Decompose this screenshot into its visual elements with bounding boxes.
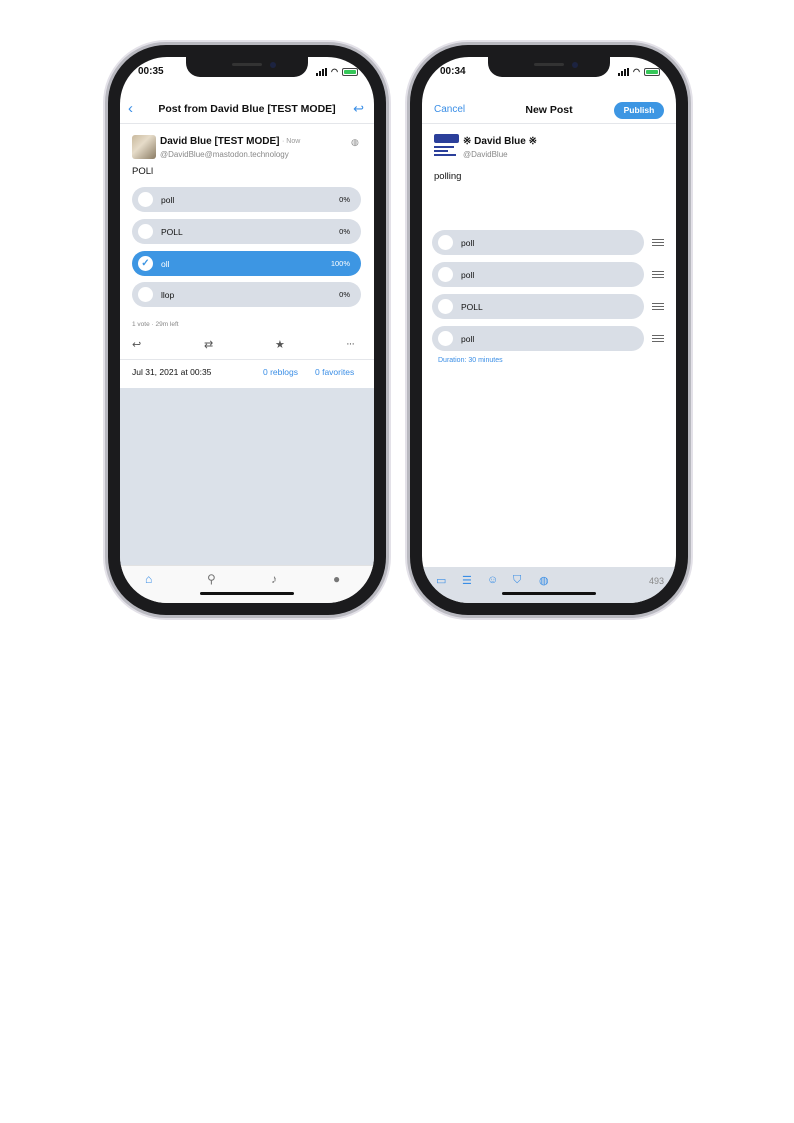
drag-handle-icon[interactable] xyxy=(652,271,664,279)
drag-handle-icon[interactable] xyxy=(652,335,664,343)
status-icons: ◠ xyxy=(618,67,660,76)
reply-icon[interactable]: ↩ xyxy=(132,338,141,351)
poll-option-percent: 100% xyxy=(330,259,350,268)
notch xyxy=(186,57,308,77)
bell-icon[interactable]: ♪ xyxy=(271,572,277,586)
poll-option-field[interactable]: poll xyxy=(432,326,644,351)
home-indicator xyxy=(502,592,596,595)
tab-bar: ⌂ ⚲ ♪ ● xyxy=(120,565,374,603)
wifi-icon: ◠ xyxy=(633,67,640,76)
poll-option-label: oll xyxy=(161,259,170,269)
avatar xyxy=(434,134,459,159)
globe-icon[interactable]: ◍ xyxy=(539,574,549,587)
empty-area xyxy=(120,388,374,565)
status-time: 00:35 xyxy=(138,66,164,77)
poll-option-percent: 0% xyxy=(339,227,350,236)
poll-option-label: poll xyxy=(461,334,475,344)
radio-icon xyxy=(138,224,153,239)
poll-duration[interactable]: Duration: 30 minutes xyxy=(438,357,503,364)
poll-option-percent: 0% xyxy=(339,290,350,299)
post-date: Jul 31, 2021 at 00:35 xyxy=(132,367,212,377)
character-count: 493 xyxy=(648,576,664,586)
radio-icon xyxy=(438,267,453,282)
home-indicator xyxy=(200,592,294,595)
page: 00:35 ◠ ‹ Post from David Blue [TEST MOD… xyxy=(0,0,794,1123)
checkmark-icon: ✓ xyxy=(138,256,153,271)
divider xyxy=(120,359,374,360)
drag-handle-icon[interactable] xyxy=(652,303,664,311)
screen: 00:34 ◠ Cancel New Post Publish ※ David … xyxy=(422,57,676,603)
poll-option-field[interactable]: poll xyxy=(432,262,644,287)
author-handle: @DavidBlue@mastodon.technology xyxy=(160,150,289,159)
divider xyxy=(120,123,374,124)
post-time: · Now xyxy=(282,138,301,145)
reblogs-link[interactable]: 0 reblogs xyxy=(263,367,298,377)
radio-icon xyxy=(138,287,153,302)
author-name: ※ David Blue ※ xyxy=(463,136,537,147)
poll-option-field[interactable]: POLL xyxy=(432,294,644,319)
poll-option-field[interactable]: poll xyxy=(432,230,644,255)
emoji-icon[interactable]: ☺ xyxy=(487,574,498,586)
nav-bar: ‹ Post from David Blue [TEST MODE] ↩ xyxy=(120,97,374,123)
poll-option-percent: 0% xyxy=(339,195,350,204)
divider xyxy=(422,123,676,124)
poll-option-selected[interactable]: ✓ oll 100% xyxy=(132,251,361,276)
status-icons: ◠ xyxy=(316,67,358,76)
post-content: POLl xyxy=(132,166,154,177)
poll-meta: 1 vote · 29m left xyxy=(132,321,179,328)
author-handle: @DavidBlue xyxy=(463,150,508,159)
signal-icon xyxy=(316,67,328,76)
star-icon[interactable]: ★ xyxy=(275,338,285,351)
drag-handle-icon[interactable] xyxy=(652,239,664,247)
favorites-link[interactable]: 0 favorites xyxy=(315,367,354,377)
globe-icon: ◍ xyxy=(351,137,359,147)
compose-toolbar: ▭ ☰ ☺ ⛉ ◍ 493 xyxy=(422,567,676,603)
wifi-icon: ◠ xyxy=(331,67,338,76)
home-icon[interactable]: ⌂ xyxy=(145,572,152,586)
notch xyxy=(488,57,610,77)
more-icon[interactable]: ··· xyxy=(346,338,355,350)
signal-icon xyxy=(618,67,630,76)
radio-icon xyxy=(438,299,453,314)
post-text-input[interactable]: polling xyxy=(434,171,461,182)
poll-option-label: POLL xyxy=(161,227,183,237)
reply-icon[interactable]: ↩ xyxy=(353,101,364,117)
battery-icon xyxy=(342,67,358,76)
nav-title: Post from David Blue [TEST MODE] xyxy=(158,103,336,115)
poll-option-label: POLL xyxy=(461,302,483,312)
poll-option[interactable]: poll 0% xyxy=(132,187,361,212)
author-name[interactable]: David Blue [TEST MODE] xyxy=(160,136,279,147)
poll-option[interactable]: POLL 0% xyxy=(132,219,361,244)
shield-icon[interactable]: ⛉ xyxy=(513,574,521,587)
boost-icon[interactable]: ⇄ xyxy=(204,338,213,351)
avatar[interactable] xyxy=(132,135,156,159)
profile-icon[interactable]: ● xyxy=(333,572,340,586)
radio-icon xyxy=(438,331,453,346)
image-icon[interactable]: ▭ xyxy=(436,574,446,587)
poll-option-label: poll xyxy=(461,238,475,248)
phone-post-detail: 00:35 ◠ ‹ Post from David Blue [TEST MOD… xyxy=(108,45,386,615)
poll-option[interactable]: llop 0% xyxy=(132,282,361,307)
radio-icon xyxy=(138,192,153,207)
poll-option-label: poll xyxy=(461,270,475,280)
battery-icon xyxy=(644,67,660,76)
phone-new-post: 00:34 ◠ Cancel New Post Publish ※ David … xyxy=(410,45,688,615)
poll-option-label: poll xyxy=(161,195,175,205)
poll-option-label: llop xyxy=(161,290,175,300)
search-icon[interactable]: ⚲ xyxy=(207,572,216,586)
action-bar: ↩ ⇄ ★ ··· xyxy=(120,338,374,354)
status-time: 00:34 xyxy=(440,66,466,77)
list-icon[interactable]: ☰ xyxy=(462,574,472,587)
screen: 00:35 ◠ ‹ Post from David Blue [TEST MOD… xyxy=(120,57,374,603)
radio-icon xyxy=(438,235,453,250)
publish-button[interactable]: Publish xyxy=(614,102,664,119)
